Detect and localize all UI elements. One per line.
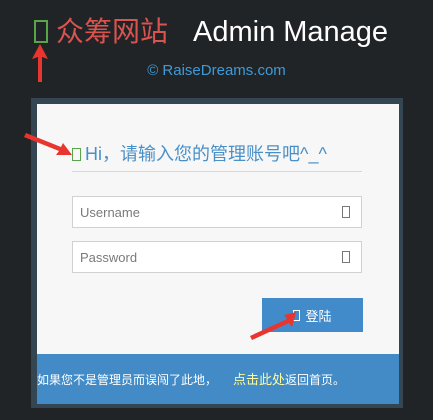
login-title-text: Hi，请输入您的管理账号吧^_^ bbox=[85, 144, 327, 164]
brand-title-en: Admin Manage bbox=[193, 16, 389, 48]
footer-text: 如果您不是管理员而误闯了此地， 点击此处返回首页。 bbox=[37, 369, 345, 388]
header: 众筹网站 Admin Manage © RaiseDreams.com bbox=[0, 0, 433, 90]
username-input[interactable] bbox=[73, 197, 330, 227]
footer-text-after: 返回首页。 bbox=[285, 373, 346, 387]
annotation-arrow-up-icon bbox=[32, 44, 48, 82]
title-divider bbox=[72, 171, 362, 172]
login-button-label: 登陆 bbox=[305, 309, 332, 325]
user-icon bbox=[342, 206, 350, 218]
copyright-text: © RaiseDreams.com bbox=[147, 62, 286, 79]
title-placeholder-icon bbox=[72, 148, 81, 161]
annotation-arrow-right-icon bbox=[24, 133, 72, 155]
password-field bbox=[72, 241, 362, 273]
brand-placeholder-icon bbox=[34, 20, 48, 43]
brand-title-cn: 众筹网站 bbox=[56, 15, 169, 48]
back-to-home-link[interactable]: 点击此处 bbox=[233, 373, 285, 388]
footer-text-before: 如果您不是管理员而误闯了此地， bbox=[37, 373, 218, 387]
password-input[interactable] bbox=[73, 242, 330, 272]
annotation-arrow-diagonal-icon bbox=[250, 312, 296, 340]
login-title: Hi，请输入您的管理账号吧^_^ bbox=[72, 142, 327, 166]
username-field bbox=[72, 196, 362, 228]
lock-icon bbox=[342, 251, 350, 263]
